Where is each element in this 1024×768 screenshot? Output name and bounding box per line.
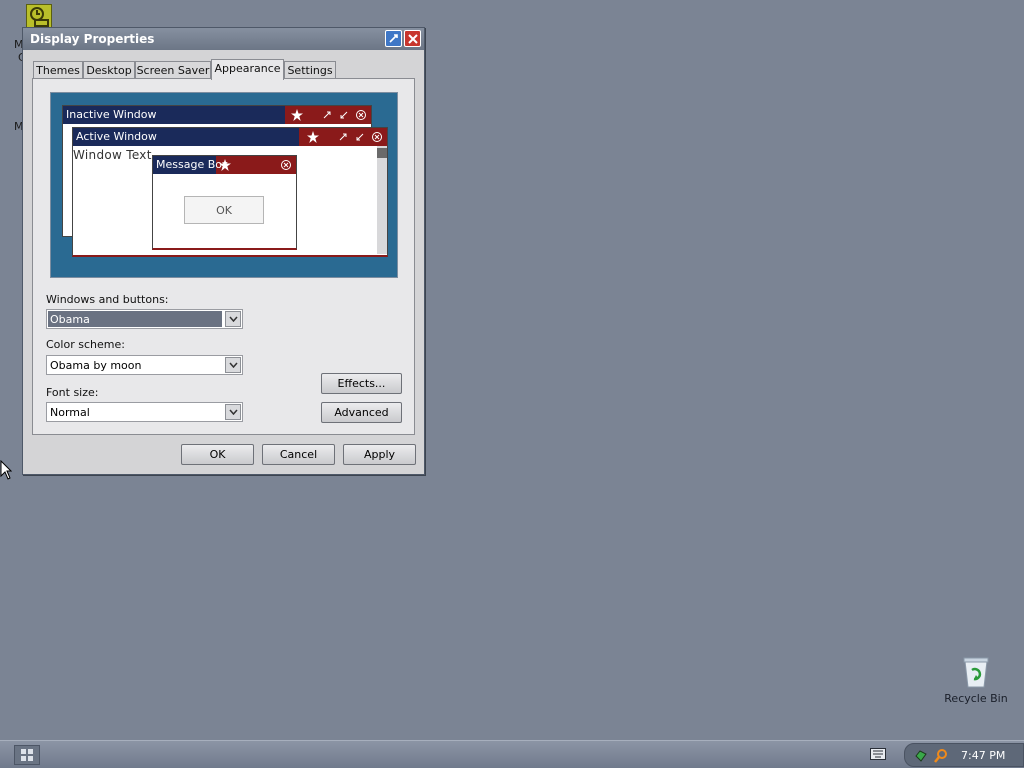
- color-scheme-select[interactable]: Obama by moon: [46, 355, 243, 375]
- preview-ok-button: OK: [184, 196, 264, 224]
- windows-buttons-label: Windows and buttons:: [46, 293, 169, 306]
- tab-themes[interactable]: Themes: [33, 61, 83, 79]
- star-icon: [219, 159, 231, 171]
- search-icon[interactable]: [933, 748, 949, 764]
- mouse-cursor-icon: [0, 460, 12, 480]
- close-icon: [372, 132, 382, 142]
- preview-message-box-titlebar: Message Box: [153, 156, 296, 174]
- effects-button[interactable]: Effects...: [321, 373, 402, 394]
- chevron-down-icon[interactable]: [225, 404, 241, 420]
- color-scheme-value: Obama by moon: [50, 359, 142, 372]
- preview-active-titlebar: Active Window: [73, 128, 387, 146]
- preview-scroll-thumb: [377, 148, 387, 158]
- title-bar[interactable]: Display Properties: [23, 28, 424, 50]
- display-properties-window: Display Properties Themes Desktop Screen…: [22, 27, 425, 475]
- preview-active-caption-buttons: [307, 131, 383, 143]
- ok-button[interactable]: OK: [181, 444, 254, 465]
- tab-settings[interactable]: Settings: [284, 61, 336, 79]
- windows-buttons-select[interactable]: Obama: [46, 309, 243, 329]
- preview-inactive-title: Inactive Window: [66, 108, 157, 121]
- font-size-select[interactable]: Normal: [46, 402, 243, 422]
- computer-icon: [30, 7, 49, 27]
- close-icon: [407, 33, 418, 44]
- help-button[interactable]: [385, 30, 402, 47]
- recycle-bin-icon: [963, 657, 989, 688]
- close-icon: [356, 110, 366, 120]
- system-tray: 7:47 PM: [904, 743, 1024, 767]
- tab-desktop[interactable]: Desktop: [83, 61, 135, 79]
- minimize-icon: [339, 133, 347, 141]
- maximize-icon: [340, 111, 348, 119]
- start-button[interactable]: [14, 745, 40, 765]
- start-icon: [21, 749, 33, 761]
- apply-button[interactable]: Apply: [343, 444, 416, 465]
- window-title: Display Properties: [30, 32, 155, 46]
- taskbar: 7:47 PM: [0, 740, 1024, 768]
- network-icon[interactable]: [913, 748, 929, 764]
- keyboard-icon[interactable]: [870, 748, 886, 760]
- star-icon: [291, 109, 303, 121]
- close-button[interactable]: [404, 30, 421, 47]
- tab-screen-saver[interactable]: Screen Saver: [135, 61, 211, 79]
- maximize-icon: [356, 133, 364, 141]
- windows-buttons-value: Obama: [48, 311, 222, 327]
- preview-scrollbar: [377, 146, 387, 254]
- preview-message-box: Message Box OK: [152, 155, 297, 250]
- star-icon: [307, 131, 319, 143]
- minimize-icon: [323, 111, 331, 119]
- chevron-down-icon[interactable]: [225, 357, 241, 373]
- cancel-button[interactable]: Cancel: [262, 444, 335, 465]
- preview-message-box-title: Message Box: [156, 158, 229, 171]
- appearance-panel: Inactive Window Active Window Window Tex…: [32, 78, 415, 435]
- advanced-button[interactable]: Advanced: [321, 402, 402, 423]
- recycle-bin[interactable]: Recycle Bin: [936, 656, 1016, 705]
- preview-active-title: Active Window: [76, 130, 157, 143]
- preview-inactive-caption-buttons: [291, 109, 367, 121]
- color-scheme-label: Color scheme:: [46, 338, 125, 351]
- font-size-value: Normal: [50, 406, 90, 419]
- close-icon: [281, 160, 291, 170]
- font-size-label: Font size:: [46, 386, 99, 399]
- preview-inactive-titlebar: Inactive Window: [63, 106, 371, 124]
- tab-appearance[interactable]: Appearance: [211, 59, 284, 80]
- taskbar-clock[interactable]: 7:47 PM: [961, 749, 1005, 762]
- recycle-bin-label: Recycle Bin: [944, 692, 1008, 705]
- chevron-down-icon[interactable]: [225, 311, 241, 327]
- help-icon: [389, 34, 398, 43]
- appearance-preview: Inactive Window Active Window Window Tex…: [50, 92, 398, 278]
